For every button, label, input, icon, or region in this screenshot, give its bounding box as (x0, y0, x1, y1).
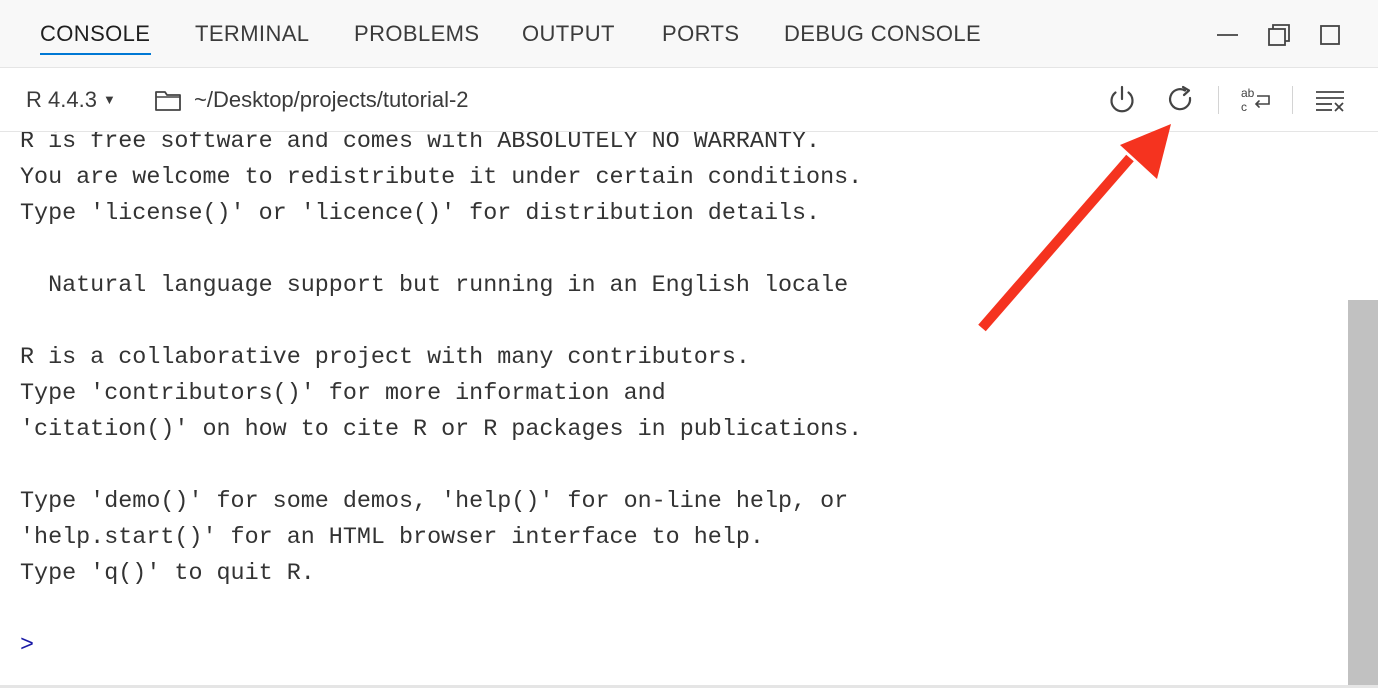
folder-icon (155, 91, 181, 111)
console-toolbar: R 4.4.3 ▼ ~/Desktop/projects/tutorial-2 a… (0, 68, 1378, 132)
working-directory[interactable]: ~/Desktop/projects/tutorial-2 (194, 87, 469, 113)
minimize-icon (1217, 34, 1238, 36)
active-tab-indicator (40, 53, 151, 55)
tab-ports[interactable]: PORTS (662, 21, 739, 47)
power-icon (1110, 85, 1134, 113)
interpreter-label: R 4.4.3 (26, 87, 97, 112)
svg-text:c: c (1241, 100, 1247, 114)
chevron-down-icon: ▼ (102, 92, 116, 107)
scrollbar-thumb[interactable] (1348, 300, 1378, 686)
shutdown-button[interactable] (1104, 82, 1140, 118)
console-line: R is a collaborative project with many c… (20, 345, 750, 371)
maximize-icon (1320, 25, 1340, 45)
panel-tab-bar: CONSOLE TERMINAL PROBLEMS OUTPUT PORTS D… (0, 0, 1378, 68)
tab-debug-console[interactable]: DEBUG CONSOLE (784, 21, 981, 47)
console-line: Type 'license()' or 'licence()' for dist… (20, 201, 821, 227)
console-prompt[interactable]: > (20, 628, 34, 664)
console-line: Type 'demo()' for some demos, 'help()' f… (20, 489, 849, 515)
console-line: Natural language support but running in … (20, 273, 849, 299)
restore-icon (1268, 24, 1290, 46)
console-line: R is free software and comes with ABSOLU… (20, 132, 821, 155)
restart-button[interactable] (1163, 82, 1199, 118)
word-wrap-button[interactable]: ab c (1238, 82, 1274, 118)
minimize-panel-button[interactable] (1210, 18, 1244, 52)
console-line: Type 'q()' to quit R. (20, 561, 315, 587)
interpreter-selector[interactable]: R 4.4.3 ▼ (26, 87, 116, 113)
clear-console-icon (1316, 91, 1344, 112)
console-line: You are welcome to redistribute it under… (20, 165, 863, 191)
maximize-panel-button[interactable] (1313, 18, 1347, 52)
toolbar-separator (1292, 86, 1293, 114)
clear-console-button[interactable] (1312, 82, 1348, 118)
console-line: 'help.start()' for an HTML browser inter… (20, 525, 764, 551)
r-console-panel: CONSOLE TERMINAL PROBLEMS OUTPUT PORTS D… (0, 0, 1378, 688)
tab-terminal[interactable]: TERMINAL (195, 21, 309, 47)
svg-text:ab: ab (1241, 86, 1255, 100)
tab-problems[interactable]: PROBLEMS (354, 21, 479, 47)
word-wrap-icon: ab c (1241, 86, 1270, 114)
console-line: 'citation()' on how to cite R or R packa… (20, 417, 863, 443)
tab-output[interactable]: OUTPUT (522, 21, 615, 47)
restore-panel-button[interactable] (1262, 18, 1296, 52)
toolbar-separator (1218, 86, 1219, 114)
console-output[interactable]: R is free software and comes with ABSOLU… (0, 132, 1348, 688)
console-line: Type 'contributors()' for more informati… (20, 381, 666, 407)
restart-icon (1168, 85, 1192, 111)
tab-console[interactable]: CONSOLE (40, 21, 150, 47)
